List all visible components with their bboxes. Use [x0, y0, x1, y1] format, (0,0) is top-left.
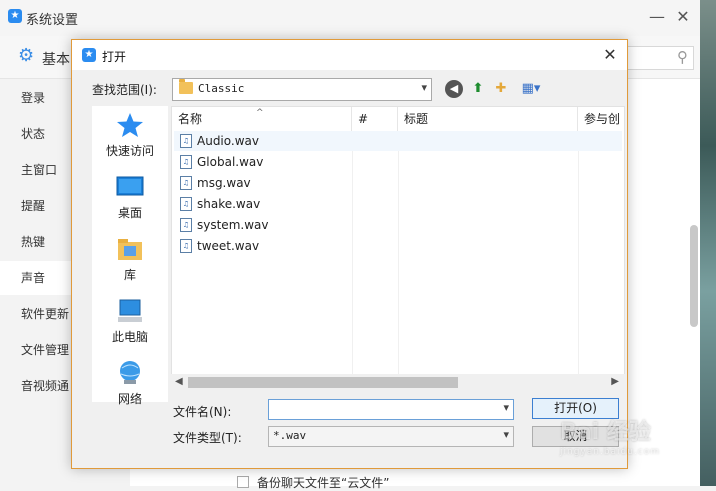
file-name: system.wav — [197, 218, 269, 232]
chevron-down-icon[interactable]: ▾ — [503, 401, 509, 414]
file-row-system[interactable]: ♫ system.wav — [174, 215, 622, 235]
dialog-title: 打开 — [102, 50, 127, 64]
scrollbar-thumb[interactable] — [188, 377, 458, 388]
filetype-dropdown[interactable]: *.wav ▾ — [268, 426, 514, 447]
column-header-name[interactable]: ^ 名称 — [172, 107, 352, 131]
minimize-button[interactable]: — — [643, 5, 671, 29]
open-dialog: ★ 打开 ✕ 查找范围(I): Classic ▾ ◀ ⬆ ✚ ▦▾ 快速访问 … — [71, 39, 628, 469]
chevron-down-icon[interactable]: ▾ — [421, 81, 427, 94]
sort-ascending-icon: ^ — [256, 108, 264, 118]
desktop-icon — [116, 176, 144, 196]
backup-checkbox[interactable] — [237, 476, 249, 488]
file-name: tweet.wav — [197, 239, 260, 253]
file-row-tweet[interactable]: ♫ tweet.wav — [174, 236, 622, 256]
column-header-title[interactable]: 标题 — [398, 107, 578, 131]
back-arrow-icon[interactable]: ◀ — [445, 80, 463, 98]
filetype-value: *.wav — [273, 429, 307, 442]
file-row-global[interactable]: ♫ Global.wav — [174, 152, 622, 172]
audio-file-icon: ♫ — [180, 134, 192, 148]
baidu-watermark: Bai 经验 jingyan.baidu.com — [560, 420, 710, 470]
file-name: Audio.wav — [197, 134, 259, 148]
filename-combobox[interactable]: ▾ — [268, 399, 514, 420]
network-icon — [120, 361, 140, 384]
file-row-shake[interactable]: ♫ shake.wav — [174, 194, 622, 214]
settings-search-input[interactable]: ⚲ — [620, 46, 694, 70]
column-header-number[interactable]: # — [352, 107, 398, 131]
place-label: 网络 — [117, 392, 142, 406]
watermark-main: Bai 经验 — [560, 420, 651, 445]
place-this-pc[interactable]: 此电脑 — [92, 292, 168, 354]
file-row-audio[interactable]: ♫ Audio.wav — [174, 131, 622, 151]
desktop-background — [700, 0, 716, 486]
view-menu-icon[interactable]: ▦▾ — [517, 80, 545, 98]
app-logo-icon: ★ — [82, 48, 96, 62]
filetype-label: 文件类型(T): — [173, 431, 242, 445]
chevron-down-icon[interactable]: ▾ — [503, 428, 509, 441]
place-quick-access[interactable]: 快速访问 — [92, 106, 168, 168]
open-button[interactable]: 打开(O) — [532, 398, 619, 419]
lookin-label: 查找范围(I): — [92, 83, 157, 97]
file-list[interactable]: ^ 名称 # 标题 参与创 ♫ Audio.wav ♫ Global.wav ♫… — [171, 106, 625, 376]
gear-icon: ⚙ — [18, 45, 35, 66]
up-folder-icon[interactable]: ⬆ — [469, 80, 487, 98]
filename-label: 文件名(N): — [173, 405, 232, 419]
settings-titlebar: ★ 系统设置 — ✕ — [0, 0, 700, 36]
computer-icon — [118, 299, 142, 322]
new-folder-icon[interactable]: ✚ — [492, 80, 510, 98]
settings-title: 系统设置 — [26, 13, 79, 28]
filename-input[interactable] — [271, 401, 489, 417]
audio-file-icon: ♫ — [180, 218, 192, 232]
places-bar: 快速访问 桌面 库 此电脑 网络 — [92, 106, 168, 406]
column-header-contributor[interactable]: 参与创 — [578, 107, 624, 131]
folder-icon — [179, 79, 193, 94]
backup-checkbox-label: 备份聊天文件至“云文件” — [257, 476, 390, 490]
place-network[interactable]: 网络 — [92, 354, 168, 416]
place-label: 此电脑 — [111, 330, 148, 344]
file-name: msg.wav — [197, 176, 251, 190]
search-icon[interactable]: ⚲ — [677, 48, 688, 66]
close-button[interactable]: ✕ — [669, 5, 697, 29]
place-desktop[interactable]: 桌面 — [92, 168, 168, 230]
place-label: 库 — [123, 268, 136, 282]
audio-file-icon: ♫ — [180, 176, 192, 190]
file-name: shake.wav — [197, 197, 261, 211]
app-logo-icon: ★ — [8, 9, 22, 23]
lookin-value: Classic — [198, 82, 245, 95]
place-library[interactable]: 库 — [92, 230, 168, 292]
scroll-right-icon[interactable]: ▶ — [611, 374, 619, 390]
library-icon — [118, 239, 142, 260]
settings-scrollbar[interactable] — [690, 225, 698, 327]
file-row-msg[interactable]: ♫ msg.wav — [174, 173, 622, 193]
horizontal-scrollbar[interactable]: ◀ ▶ — [171, 374, 625, 390]
place-label: 桌面 — [117, 206, 142, 220]
audio-file-icon: ♫ — [180, 155, 192, 169]
watermark-sub: jingyan.baidu.com — [560, 447, 661, 457]
file-name: Global.wav — [197, 155, 264, 169]
place-label: 快速访问 — [105, 144, 154, 158]
audio-file-icon: ♫ — [180, 197, 192, 211]
column-name-label: 名称 — [178, 112, 203, 126]
star-icon — [117, 113, 143, 137]
dialog-close-button[interactable]: ✕ — [599, 44, 621, 66]
tab-basic[interactable]: 基本 — [42, 49, 70, 69]
dialog-titlebar: ★ 打开 ✕ — [72, 40, 627, 70]
audio-file-icon: ♫ — [180, 239, 192, 253]
scroll-left-icon[interactable]: ◀ — [175, 374, 183, 390]
lookin-dropdown[interactable]: Classic ▾ — [172, 78, 432, 101]
